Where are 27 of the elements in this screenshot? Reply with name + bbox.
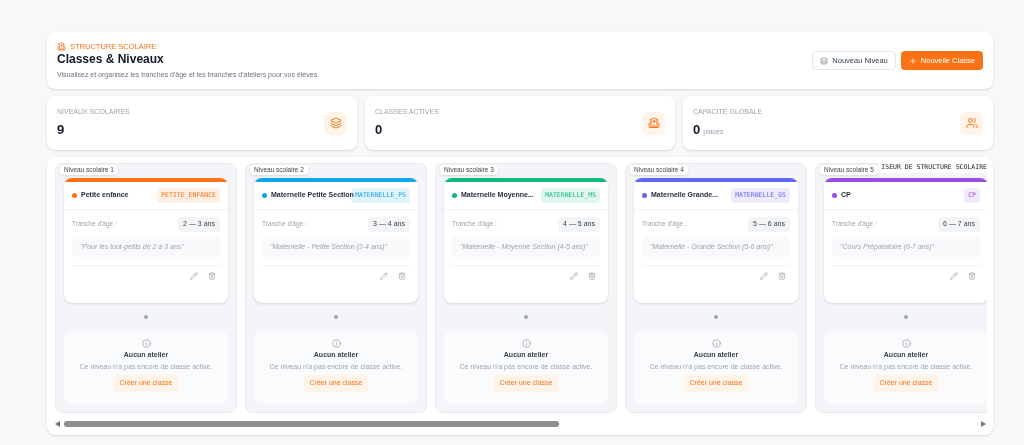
school-icon — [642, 111, 665, 135]
delete-icon[interactable] — [588, 272, 596, 280]
stat-value: 0 — [375, 121, 383, 139]
delete-icon[interactable] — [208, 272, 216, 280]
edit-icon[interactable] — [950, 272, 958, 280]
info-icon — [521, 339, 531, 348]
school-icon — [57, 41, 66, 51]
users-icon — [960, 111, 983, 135]
info-icon — [901, 339, 911, 348]
delete-icon[interactable] — [398, 272, 406, 280]
stat-value: 9 — [57, 121, 65, 139]
stat-value: 0 — [693, 121, 701, 139]
page-title: Classes & Niveaux — [57, 51, 165, 67]
delete-icon[interactable] — [968, 272, 976, 280]
edit-icon[interactable] — [380, 272, 388, 280]
info-icon — [331, 339, 341, 348]
edit-icon[interactable] — [190, 272, 198, 280]
edit-icon[interactable] — [760, 272, 768, 280]
layers-icon — [324, 111, 347, 135]
info-icon — [141, 339, 151, 348]
scroll-left-icon[interactable] — [55, 421, 61, 427]
layers-icon — [820, 56, 829, 65]
scroll-right-icon[interactable] — [981, 421, 987, 427]
info-icon — [711, 339, 721, 348]
edit-icon[interactable] — [570, 272, 578, 280]
plus-icon — [908, 56, 917, 65]
delete-icon[interactable] — [778, 272, 786, 280]
